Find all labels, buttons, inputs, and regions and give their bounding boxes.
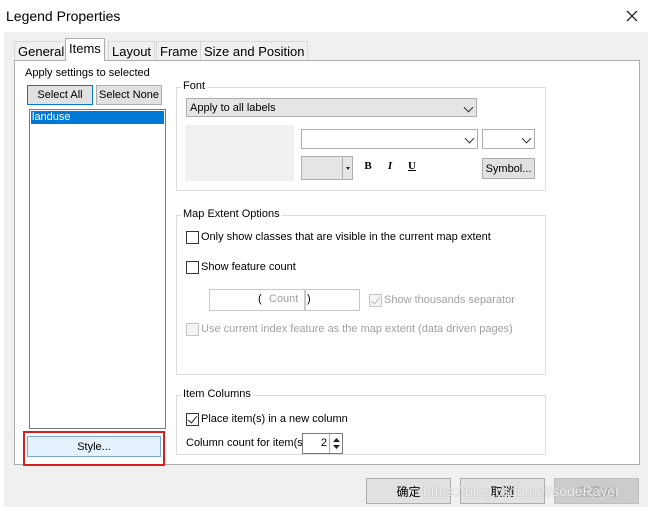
chevron-down-icon	[463, 102, 474, 113]
title-bar: Legend Properties	[0, 0, 652, 32]
apply-settings-label: Apply settings to selected	[25, 67, 150, 79]
new-column-label: Place item(s) in a new column	[201, 413, 348, 425]
chevron-down-icon	[521, 133, 532, 144]
item-columns-group-label: Item Columns	[181, 388, 253, 400]
close-button[interactable]	[620, 4, 644, 28]
underline-button[interactable]: U	[403, 157, 421, 175]
show-count-label: Show feature count	[201, 261, 296, 273]
select-none-button[interactable]: Select None	[96, 85, 162, 105]
count-suffix-input[interactable]	[305, 289, 360, 311]
tab-layout[interactable]: Layout	[108, 41, 156, 60]
tab-label: Size and Position	[204, 44, 305, 59]
list-item-landuse[interactable]: landuse	[31, 111, 164, 124]
thousands-separator-label: Show thousands separator	[384, 294, 515, 306]
tab-label: Items	[69, 41, 101, 56]
tab-items[interactable]: Items	[65, 38, 105, 61]
only-visible-label: Only show classes that are visible in th…	[201, 231, 491, 243]
font-color-picker[interactable]	[301, 156, 353, 180]
tab-label: General	[18, 44, 65, 59]
combo-value: Apply to all labels	[190, 102, 276, 114]
font-name-combo[interactable]	[301, 129, 478, 149]
show-count-checkbox[interactable]	[186, 261, 199, 274]
tab-label: Frame	[160, 44, 198, 59]
items-panel: Apply settings to selected Select All Se…	[14, 60, 640, 466]
only-visible-checkbox[interactable]	[186, 231, 199, 244]
caret-down-icon	[346, 167, 350, 170]
tab-label: Layout	[112, 44, 152, 59]
column-count-value: 2	[320, 437, 327, 449]
select-all-button[interactable]: Select All	[27, 85, 93, 105]
index-feature-label: Use current index feature as the map ext…	[201, 323, 513, 335]
dialog-body: General Items Layout Frame Size and Posi…	[4, 32, 648, 507]
count-close-paren: )	[307, 293, 311, 305]
tab-general[interactable]: General	[14, 41, 69, 60]
new-column-checkbox[interactable]	[186, 413, 199, 426]
legend-items-list[interactable]: landuse	[29, 109, 166, 429]
italic-button[interactable]: I	[381, 157, 399, 175]
thousands-separator-checkbox[interactable]	[369, 294, 382, 307]
column-count-label: Column count for item(s)	[186, 437, 307, 449]
apply-labels-combo[interactable]: Apply to all labels	[186, 98, 477, 117]
close-icon	[626, 10, 638, 22]
stepper-arrows-icon	[333, 438, 340, 449]
legend-properties-window: Legend Properties General Items Layout F…	[0, 0, 652, 511]
count-label: Count	[269, 293, 299, 305]
stepper-arrows[interactable]	[329, 434, 342, 453]
font-preview	[185, 125, 294, 181]
font-size-combo[interactable]	[482, 129, 535, 149]
symbol-button[interactable]: Symbol...	[482, 158, 535, 179]
index-feature-checkbox[interactable]	[186, 323, 199, 336]
style-button[interactable]: Style...	[27, 436, 161, 457]
bold-button[interactable]: B	[359, 157, 377, 175]
font-group-label: Font	[181, 80, 208, 92]
tab-size-and-position[interactable]: Size and Position	[200, 41, 309, 60]
map-extent-group-label: Map Extent Options	[181, 208, 282, 220]
tab-frame[interactable]: Frame	[156, 41, 202, 60]
count-open-paren: (	[258, 293, 262, 305]
chevron-down-icon	[464, 133, 475, 144]
watermark: https://blog.csdn.net/sodeRayer	[423, 483, 620, 499]
window-title: Legend Properties	[6, 8, 121, 24]
column-count-stepper[interactable]: 2	[302, 433, 343, 454]
color-dropdown-arrow	[342, 157, 352, 179]
